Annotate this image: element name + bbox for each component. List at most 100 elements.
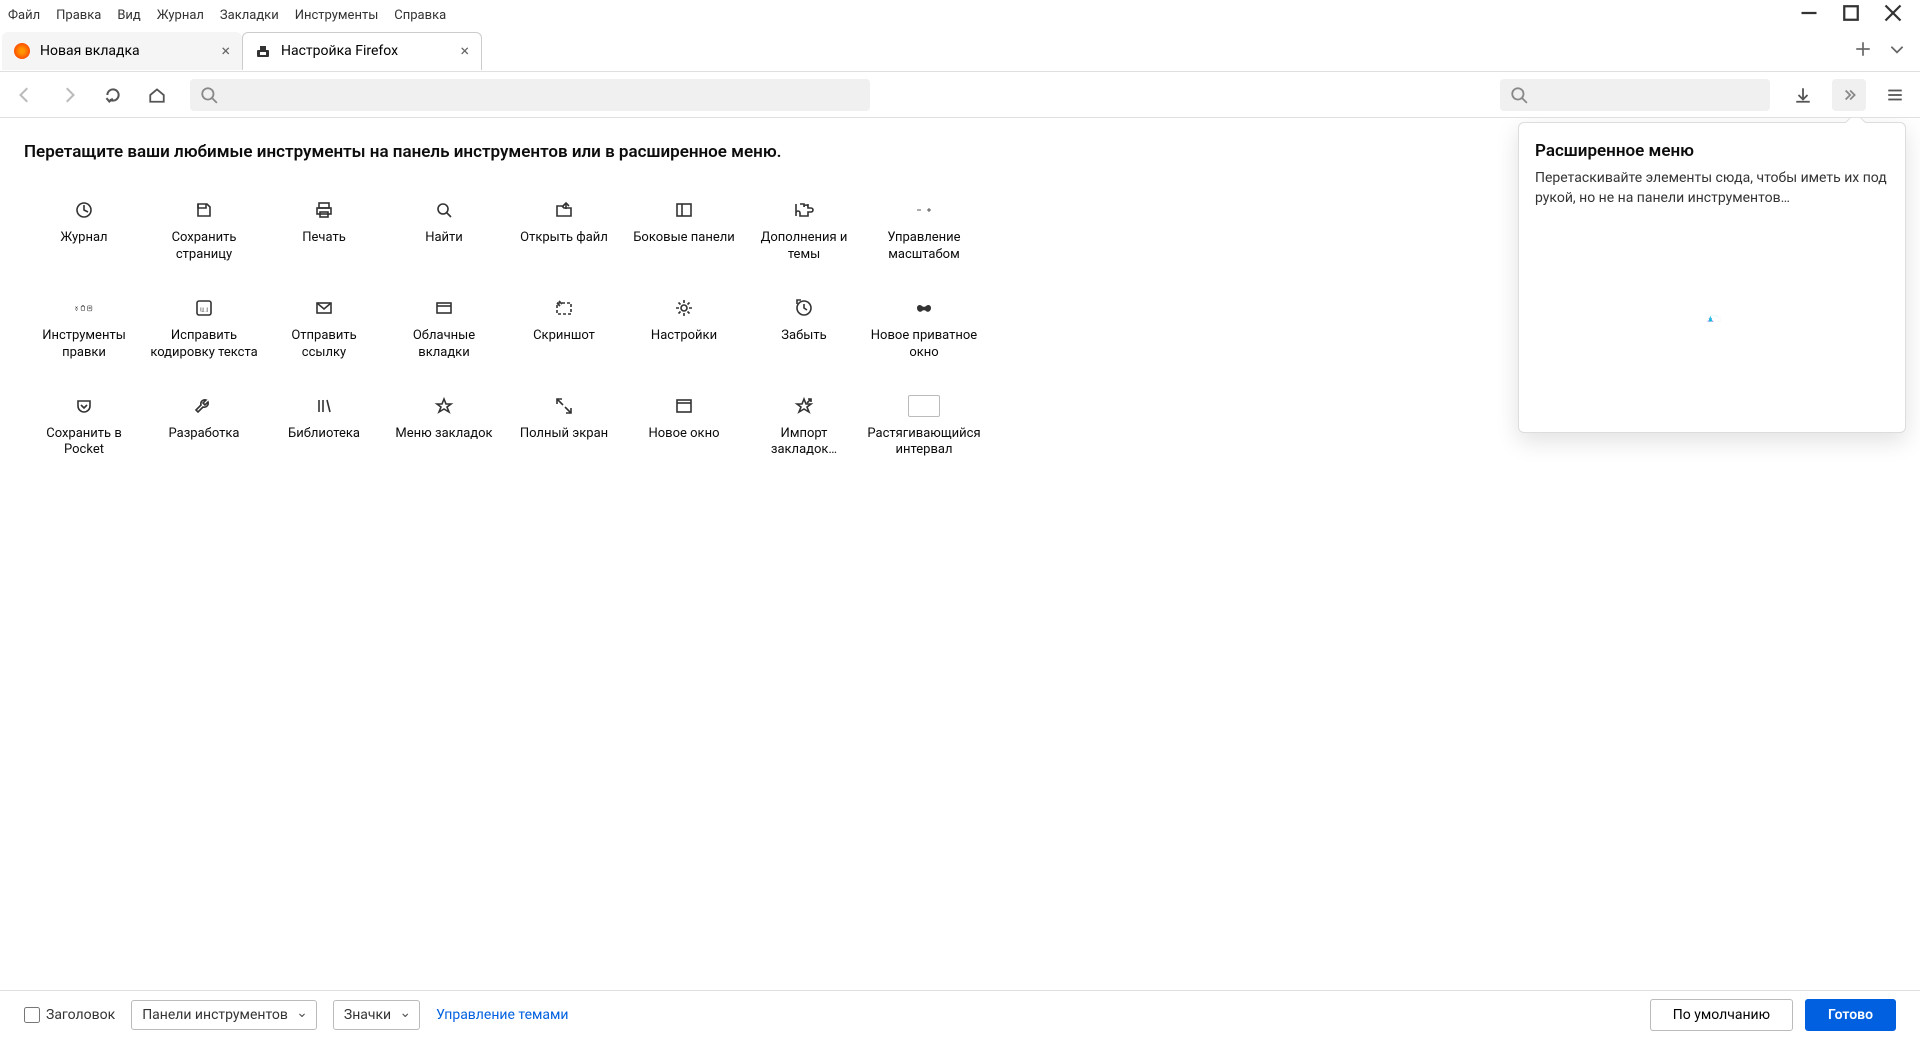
done-button[interactable]: Готово — [1805, 999, 1896, 1031]
toolbar-right — [1788, 79, 1910, 111]
svg-text:ய: ய — [200, 304, 209, 315]
tab-close-icon[interactable]: × — [221, 43, 230, 59]
sidebar-icon — [668, 194, 700, 226]
palette-item-label: Настройки — [651, 328, 717, 345]
restore-defaults-button[interactable]: По умолчанию — [1650, 999, 1793, 1031]
menu-help[interactable]: Справка — [394, 8, 446, 23]
home-button[interactable] — [142, 80, 172, 110]
search-bar[interactable] — [1500, 79, 1770, 111]
firefox-icon — [14, 43, 30, 59]
palette-item-label: Растягивающийся интервал — [867, 426, 980, 460]
menu-bookmarks[interactable]: Закладки — [220, 8, 279, 23]
zoom-icon — [908, 194, 940, 226]
customize-footer: Заголовок Панели инструментов Значки Упр… — [0, 990, 1920, 1038]
palette-item-fullscreen[interactable]: Полный экран — [504, 382, 624, 468]
url-bar[interactable] — [190, 79, 870, 111]
back-button[interactable] — [10, 80, 40, 110]
menubar: Файл Правка Вид Журнал Закладки Инструме… — [0, 0, 1920, 30]
history-icon — [68, 194, 100, 226]
palette-item-screenshot[interactable]: Скриншот — [504, 284, 624, 370]
palette-item-pocket[interactable]: Сохранить в Pocket — [24, 382, 144, 468]
palette-item-label: Отправить ссылку — [268, 328, 380, 362]
palette-item-edit-tools[interactable]: Инструменты правки — [24, 284, 144, 370]
overflow-desc: Перетаскивайте элементы сюда, чтобы имет… — [1535, 169, 1889, 208]
email-icon — [308, 292, 340, 324]
menu-history[interactable]: Журнал — [157, 8, 204, 23]
tab-label: Новая вкладка — [40, 43, 140, 59]
forget-icon — [788, 292, 820, 324]
menu-tools[interactable]: Инструменты — [295, 8, 379, 23]
reload-button[interactable] — [98, 80, 128, 110]
palette-item-open-file[interactable]: Открыть файл — [504, 186, 624, 272]
new-window-icon — [668, 390, 700, 422]
palette-item-new-window[interactable]: Новое окно — [624, 382, 744, 468]
tabs-dropdown-icon[interactable] — [1888, 40, 1906, 62]
overflow-illustration — [1535, 228, 1889, 408]
palette-item-private[interactable]: Новое приватное окно — [864, 284, 984, 370]
palette-item-label: Печать — [302, 230, 346, 247]
palette-item-label: Сохранить в Pocket — [28, 426, 140, 460]
palette-item-forget[interactable]: Забыть — [744, 284, 864, 370]
downloads-button[interactable] — [1788, 80, 1818, 110]
palette-item-label: Открыть файл — [520, 230, 608, 247]
palette-item-label: Забыть — [781, 328, 826, 345]
palette-item-library[interactable]: Библиотека — [264, 382, 384, 468]
palette-item-save-page[interactable]: Сохранить страницу — [144, 186, 264, 272]
palette-item-addons[interactable]: Дополнения и темы — [744, 186, 864, 272]
tab-label: Настройка Firefox — [281, 43, 398, 59]
palette-item-history[interactable]: Журнал — [24, 186, 144, 272]
tab-close-icon[interactable]: × — [460, 43, 469, 59]
open-file-icon — [548, 194, 580, 226]
window-maximize-icon[interactable] — [1842, 4, 1860, 26]
toolbars-dropdown[interactable]: Панели инструментов — [131, 1000, 317, 1030]
palette-item-print[interactable]: Печать — [264, 186, 384, 272]
addons-icon — [788, 194, 820, 226]
palette-item-developer[interactable]: Разработка — [144, 382, 264, 468]
flex-space-icon — [908, 390, 940, 422]
palette-item-label: Разработка — [169, 426, 240, 443]
palette-item-import[interactable]: Импорт закладок… — [744, 382, 864, 468]
palette-item-encoding[interactable]: ய Исправить кодировку текста — [144, 284, 264, 370]
window-close-icon[interactable] — [1884, 4, 1902, 26]
palette-item-email[interactable]: Отправить ссылку — [264, 284, 384, 370]
palette-item-bookmarks-menu[interactable]: Меню закладок — [384, 382, 504, 468]
menu-file[interactable]: Файл — [8, 8, 40, 23]
titlebar-checkbox-input[interactable] — [24, 1007, 40, 1023]
palette-item-label: Новое приватное окно — [868, 328, 980, 362]
palette-item-synced-tabs[interactable]: Облачные вкладки — [384, 284, 504, 370]
edit-tools-icon — [68, 292, 100, 324]
navigation-toolbar — [0, 72, 1920, 118]
customize-icon — [255, 43, 271, 59]
tab-customize[interactable]: Настройка Firefox × — [242, 32, 482, 70]
palette-item-label: Скриншот — [533, 328, 595, 345]
app-menu-button[interactable] — [1880, 80, 1910, 110]
encoding-icon: ய — [188, 292, 220, 324]
menu-view[interactable]: Вид — [117, 8, 140, 23]
titlebar-checkbox[interactable]: Заголовок — [24, 1007, 115, 1023]
forward-button[interactable] — [54, 80, 84, 110]
palette-item-flex-space[interactable]: Растягивающийся интервал — [864, 382, 984, 468]
window-minimize-icon[interactable] — [1800, 4, 1818, 26]
import-icon — [788, 390, 820, 422]
window-controls — [1800, 4, 1912, 26]
palette-item-sidebar[interactable]: Боковые панели — [624, 186, 744, 272]
palette-item-zoom[interactable]: Управление масштабом — [864, 186, 984, 272]
overflow-button[interactable] — [1832, 79, 1866, 111]
tabbar-right — [1840, 32, 1920, 70]
palette-item-label: Исправить кодировку текста — [148, 328, 260, 362]
settings-icon — [668, 292, 700, 324]
new-tab-button[interactable] — [1854, 40, 1872, 62]
menu-edit[interactable]: Правка — [56, 8, 101, 23]
bookmarks-menu-icon — [428, 390, 460, 422]
palette-item-label: Облачные вкладки — [388, 328, 500, 362]
density-dropdown[interactable]: Значки — [333, 1000, 420, 1030]
tab-new-tab[interactable]: Новая вкладка × — [2, 32, 242, 70]
palette-item-settings[interactable]: Настройки — [624, 284, 744, 370]
palette-item-label: Полный экран — [520, 426, 608, 443]
search-icon — [1510, 86, 1528, 104]
manage-themes-link[interactable]: Управление темами — [436, 1007, 568, 1023]
overflow-title: Расширенное меню — [1535, 141, 1889, 161]
fullscreen-icon — [548, 390, 580, 422]
overflow-panel[interactable]: Расширенное меню Перетаскивайте элементы… — [1518, 122, 1906, 433]
palette-item-find[interactable]: Найти — [384, 186, 504, 272]
